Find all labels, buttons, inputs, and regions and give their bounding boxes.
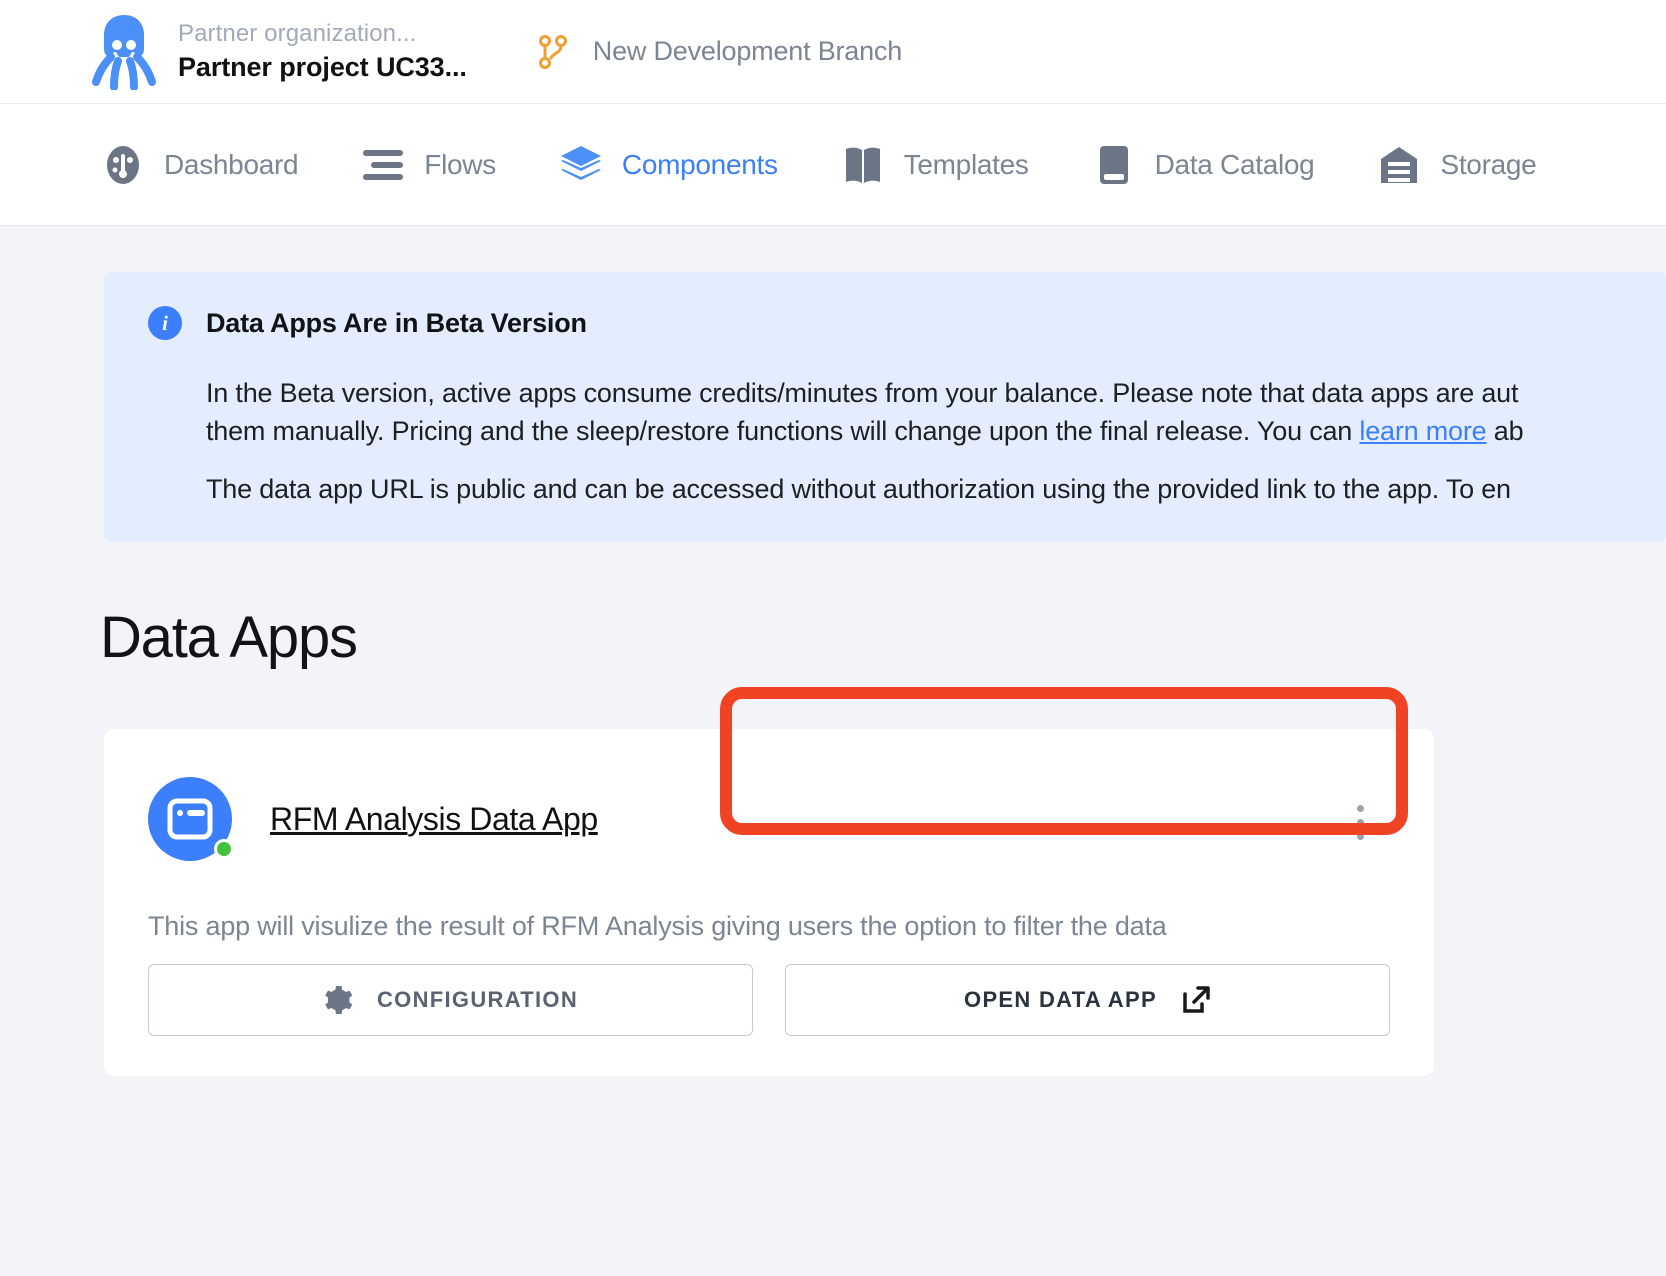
open-data-app-button[interactable]: OPEN DATA APP: [785, 964, 1390, 1036]
open-book-icon: [840, 142, 886, 188]
data-app-card: RFM Analysis Data App This app will visu…: [104, 687, 1434, 1076]
banner-paragraph-1-line-2: them manually. Pricing and the sleep/res…: [206, 412, 1666, 450]
nav-label-components: Components: [621, 148, 778, 180]
project-name: Partner project UC33...: [178, 51, 467, 82]
branch-selector[interactable]: New Development Branch: [535, 32, 902, 72]
configuration-button[interactable]: CONFIGURATION: [148, 964, 753, 1036]
banner-body: In the Beta version, active apps consume…: [206, 374, 1666, 508]
layers-icon: [558, 142, 604, 188]
info-icon: i: [148, 306, 182, 340]
organization-name: Partner organization...: [178, 19, 417, 47]
nav-item-data-catalog[interactable]: Data Catalog: [1091, 142, 1315, 188]
card-actions: CONFIGURATION OPEN DATA APP: [148, 964, 1390, 1036]
data-app-window-icon: [148, 777, 234, 861]
nav-item-templates[interactable]: Templates: [840, 142, 1029, 188]
top-project-bar: Partner organization... Partner project …: [0, 0, 1666, 104]
data-app-description: This app will visulize the result of RFM…: [148, 911, 1167, 941]
page-title: Data Apps: [100, 605, 358, 670]
status-badge: [214, 839, 234, 859]
nav-item-dashboard[interactable]: Dashboard: [100, 142, 299, 188]
banner-title: Data Apps Are in Beta Version: [206, 307, 587, 338]
branch-icon: [535, 32, 571, 72]
project-breadcrumb[interactable]: Partner organization... Partner project …: [178, 19, 467, 85]
learn-more-link[interactable]: learn more: [1359, 416, 1486, 446]
main-navigation: Dashboard Flows Components Templates Dat…: [0, 104, 1666, 226]
book-icon: [1091, 142, 1137, 188]
banner-header: i Data Apps Are in Beta Version: [148, 306, 1666, 340]
banner-paragraph-1-line-1: In the Beta version, active apps consume…: [206, 378, 1519, 408]
nav-label-templates: Templates: [903, 148, 1029, 180]
open-data-app-button-label: OPEN DATA APP: [964, 987, 1157, 1012]
branch-name: New Development Branch: [592, 36, 903, 66]
keboola-octopus-icon[interactable]: [88, 13, 160, 91]
nav-label-flows: Flows: [424, 148, 496, 180]
banner-text-before-link: them manually. Pricing and the sleep/res…: [206, 416, 1360, 446]
nav-item-storage[interactable]: Storage: [1376, 142, 1537, 188]
page-content: i Data Apps Are in Beta Version In the B…: [0, 272, 1666, 1076]
card-header: RFM Analysis Data App: [148, 777, 1390, 861]
banner-paragraph-2: The data app URL is public and can be ac…: [206, 474, 1511, 504]
nav-item-components[interactable]: Components: [558, 142, 778, 188]
kebab-menu-icon[interactable]: [1354, 805, 1366, 840]
nav-label-data-catalog: Data Catalog: [1154, 148, 1315, 180]
flows-lines-icon: [360, 142, 406, 188]
nav-label-storage: Storage: [1440, 148, 1537, 180]
external-link-icon: [1181, 985, 1211, 1015]
nav-label-dashboard: Dashboard: [164, 148, 299, 180]
warehouse-icon: [1376, 142, 1422, 188]
data-app-title-link[interactable]: RFM Analysis Data App: [270, 801, 598, 838]
banner-text-after-link: ab: [1486, 416, 1524, 446]
beta-notice-banner: i Data Apps Are in Beta Version In the B…: [104, 272, 1666, 542]
gauge-icon: [100, 142, 146, 188]
gear-icon: [323, 985, 353, 1015]
nav-item-flows[interactable]: Flows: [360, 142, 496, 188]
configuration-button-label: CONFIGURATION: [376, 987, 579, 1012]
